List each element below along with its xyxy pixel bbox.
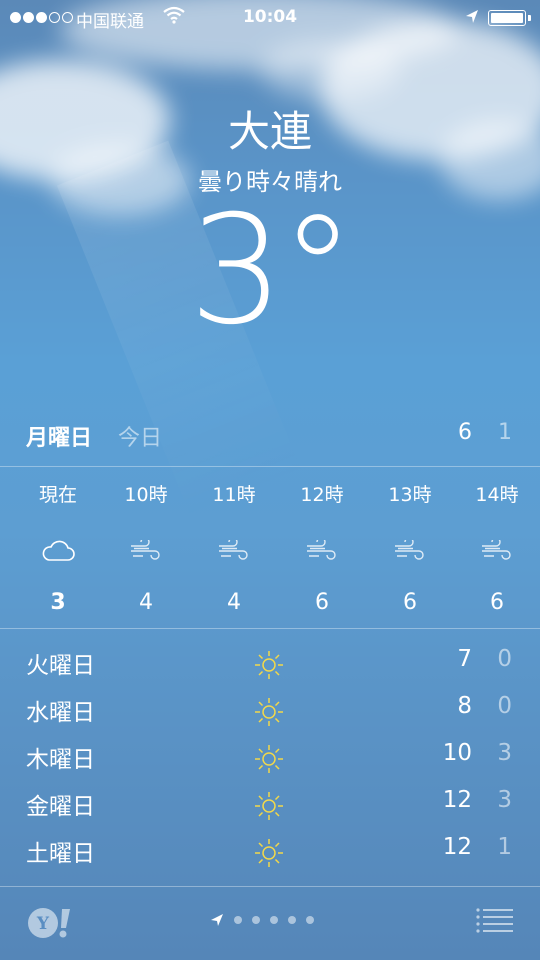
- wind-icon: [366, 530, 454, 572]
- bottom-toolbar: Y: [0, 886, 540, 960]
- day-name: 水曜日: [26, 700, 95, 726]
- yahoo-logo-icon[interactable]: Y: [26, 906, 78, 940]
- hour-temperature: 3: [50, 590, 66, 615]
- hourly-item: 10時 4: [102, 480, 190, 615]
- day-high: 10: [442, 740, 472, 766]
- current-temperature: 3°: [188, 184, 355, 358]
- day-high: 8: [457, 693, 472, 719]
- day-low: 3: [497, 740, 512, 766]
- sun-icon: [255, 839, 283, 867]
- day-name: 土曜日: [26, 841, 95, 867]
- cloud-icon: [14, 530, 102, 572]
- day-low: 3: [497, 787, 512, 813]
- hour-temperature: 6: [315, 590, 329, 615]
- today-label: 今日: [118, 426, 163, 451]
- city-list-icon[interactable]: [476, 908, 514, 934]
- page-dot: [306, 916, 314, 924]
- daily-row: 土曜日 12 1: [0, 830, 540, 876]
- svg-text:Y: Y: [36, 914, 50, 934]
- today-high: 6: [458, 420, 472, 445]
- today-summary: 月曜日 今日 6 1: [0, 420, 540, 454]
- hourly-item: 現在 3: [14, 480, 102, 615]
- daily-row: 木曜日 10 3: [0, 736, 540, 782]
- page-dot: [288, 916, 296, 924]
- hour-label: 14時: [475, 484, 519, 506]
- wind-icon: [278, 530, 366, 572]
- daily-row: 火曜日 7 0: [0, 642, 540, 688]
- page-dot: [252, 916, 260, 924]
- sun-icon: [255, 651, 283, 679]
- wind-icon: [102, 530, 190, 572]
- day-name: 金曜日: [26, 794, 95, 820]
- wind-icon: [453, 530, 540, 572]
- day-high: 7: [457, 646, 472, 672]
- sun-icon: [255, 792, 283, 820]
- current-location-icon: [211, 914, 223, 926]
- day-low: 0: [497, 693, 512, 719]
- daily-row: 水曜日 8 0: [0, 689, 540, 735]
- wind-icon: [190, 530, 278, 572]
- daily-row: 金曜日 12 3: [0, 783, 540, 829]
- location-services-icon: [466, 10, 478, 23]
- page-indicator[interactable]: [210, 913, 314, 927]
- hour-temperature: 4: [139, 590, 153, 615]
- hour-label: 12時: [300, 484, 344, 506]
- day-name: 木曜日: [26, 747, 95, 773]
- hourly-item: 13時 6: [366, 480, 454, 615]
- day-high: 12: [442, 834, 472, 860]
- divider: [0, 466, 540, 467]
- today-day: 月曜日: [26, 426, 93, 451]
- clock: 10:04: [242, 7, 298, 27]
- hour-label: 10時: [124, 484, 168, 506]
- sun-icon: [255, 745, 283, 773]
- day-high: 12: [442, 787, 472, 813]
- hourly-item: 14時 6: [453, 480, 540, 615]
- hour-temperature: 4: [227, 590, 241, 615]
- city-name: 大連: [227, 107, 312, 156]
- day-name: 火曜日: [26, 653, 95, 679]
- today-low: 1: [498, 420, 512, 445]
- battery-icon: [488, 10, 531, 26]
- hour-temperature: 6: [403, 590, 417, 615]
- hour-label: 13時: [388, 484, 432, 506]
- page-dot: [234, 916, 242, 924]
- hour-label: 11時: [212, 484, 256, 506]
- hourly-item: 12時 6: [278, 480, 366, 615]
- hourly-item: 11時 4: [190, 480, 278, 615]
- page-dot: [270, 916, 278, 924]
- hour-temperature: 6: [490, 590, 504, 615]
- day-low: 1: [497, 834, 512, 860]
- hour-label: 現在: [38, 484, 77, 506]
- sun-icon: [255, 698, 283, 726]
- status-bar: 中国联通 10:04: [0, 0, 540, 36]
- day-low: 0: [497, 646, 512, 672]
- divider: [0, 628, 540, 629]
